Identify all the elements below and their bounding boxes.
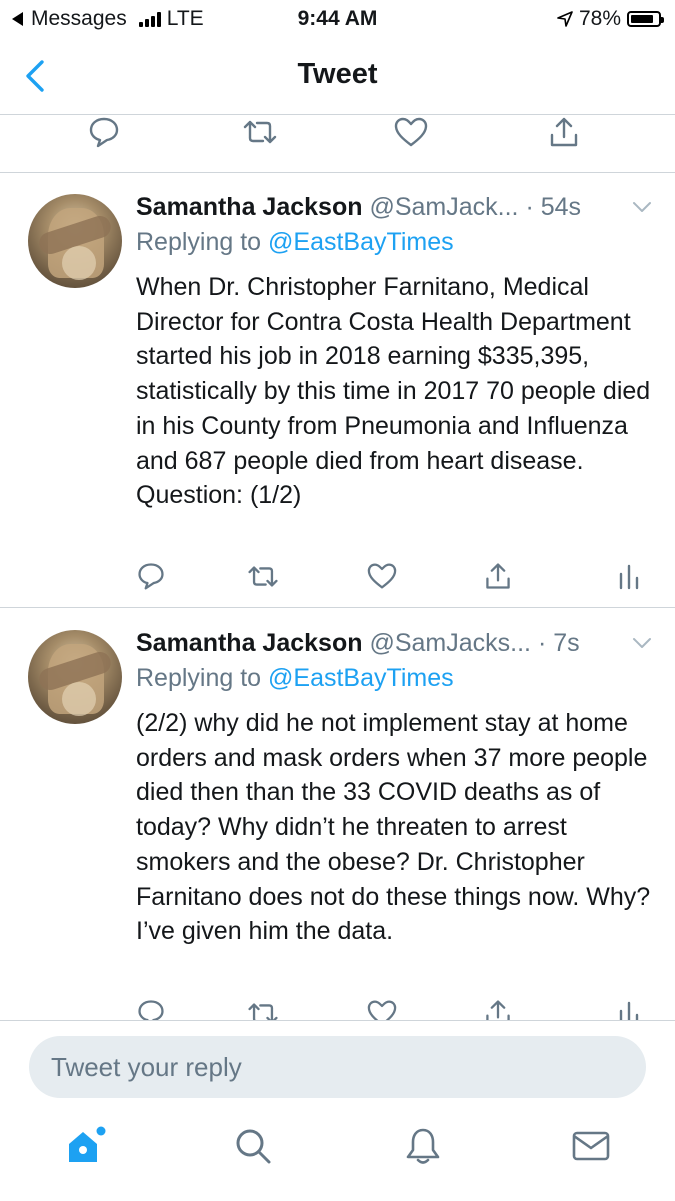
bottom-bar: Tweet your reply xyxy=(0,1020,675,1201)
like-button[interactable] xyxy=(391,112,431,152)
reply-input[interactable]: Tweet your reply xyxy=(29,1036,646,1098)
retweet-icon xyxy=(248,565,278,587)
retweet-icon xyxy=(243,120,277,144)
tab-home[interactable] xyxy=(60,1121,110,1171)
author-name[interactable]: Samantha Jackson xyxy=(136,629,363,657)
like-button[interactable] xyxy=(362,556,402,596)
tweet-actions-top xyxy=(0,112,675,162)
divider xyxy=(0,607,675,608)
location-icon xyxy=(557,11,573,27)
bell-icon xyxy=(406,1128,440,1164)
avatar[interactable] xyxy=(28,194,122,288)
retweet-button[interactable] xyxy=(243,556,283,596)
tweet-text: When Dr. Christopher Farnitano, Medical … xyxy=(136,273,651,510)
battery-icon xyxy=(627,11,664,27)
analytics-button[interactable] xyxy=(609,556,649,596)
chevron-down-icon[interactable] xyxy=(631,632,653,654)
tab-notifications[interactable] xyxy=(398,1121,448,1171)
heart-icon xyxy=(394,117,428,147)
tweet-header: Samantha Jackson @SamJacks... · 7s xyxy=(136,628,653,658)
home-icon xyxy=(69,1126,106,1162)
tweet-time: · 7s xyxy=(537,629,580,657)
tab-search[interactable] xyxy=(228,1121,278,1171)
replying-to: Replying to @EastBayTimes xyxy=(136,663,454,693)
tweet-header: Samantha Jackson @SamJack... · 54s xyxy=(136,192,653,222)
share-button[interactable] xyxy=(544,112,584,152)
nav-bar: Tweet xyxy=(0,38,675,115)
heart-icon xyxy=(367,563,397,589)
replying-to-label: Replying to xyxy=(136,228,262,256)
replying-to: Replying to @EastBayTimes xyxy=(136,227,454,257)
author-handle: @SamJack... xyxy=(369,193,519,221)
tweet-text: (2/2) why did he not implement stay at h… xyxy=(136,709,651,946)
status-bar: Messages LTE 9:44 AM 78% xyxy=(0,0,675,38)
share-icon xyxy=(486,563,510,589)
tweet-actions xyxy=(0,556,675,606)
avatar[interactable] xyxy=(28,630,122,724)
tweet-time: · 54s xyxy=(525,193,582,221)
divider xyxy=(0,172,675,173)
replying-to-link[interactable]: @EastBayTimes xyxy=(268,664,454,692)
reply-icon xyxy=(89,117,119,148)
page-title: Tweet xyxy=(297,58,378,90)
tab-messages[interactable] xyxy=(566,1121,616,1171)
mail-icon xyxy=(572,1131,610,1161)
author-name[interactable]: Samantha Jackson xyxy=(136,193,363,221)
reply-button[interactable] xyxy=(131,556,171,596)
battery-percent: 78% xyxy=(578,7,621,30)
share-icon xyxy=(550,117,578,147)
search-icon xyxy=(236,1129,271,1164)
reply-icon xyxy=(138,563,164,590)
analytics-icon xyxy=(619,564,639,590)
replying-to-label: Replying to xyxy=(136,664,262,692)
chevron-down-icon[interactable] xyxy=(631,196,653,218)
replying-to-link[interactable]: @EastBayTimes xyxy=(268,228,454,256)
status-right: 78% xyxy=(557,7,664,31)
tab-bar xyxy=(0,1121,675,1191)
share-button[interactable] xyxy=(478,556,518,596)
reply-button[interactable] xyxy=(84,112,124,152)
author-handle: @SamJacks... xyxy=(369,629,531,657)
retweet-button[interactable] xyxy=(240,112,280,152)
